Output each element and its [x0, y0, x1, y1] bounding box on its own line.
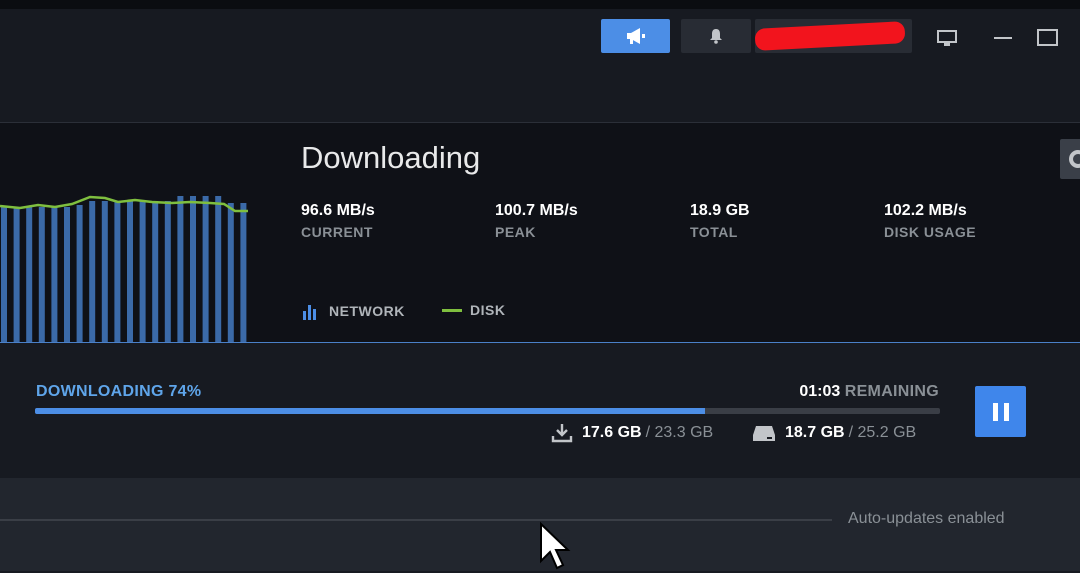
stat-value: 102.2 MB/s	[884, 202, 967, 219]
progress-bar	[35, 408, 940, 414]
account-button[interactable]	[755, 19, 912, 53]
download-icon	[551, 424, 573, 443]
stat-value: 96.6 MB/s	[301, 202, 375, 219]
stat-label: TOTAL	[690, 224, 738, 240]
progress-bar-fill	[35, 408, 705, 414]
disk-total: / 25.2 GB	[848, 424, 917, 441]
big-picture-icon	[937, 30, 957, 46]
network-bar	[101, 201, 108, 342]
network-bar	[38, 207, 45, 342]
remaining-label: REMAINING	[844, 383, 939, 400]
stat-peak: 100.7 MB/s PEAK	[495, 202, 578, 240]
disk-current: 18.7 GB	[785, 424, 845, 441]
gear-icon	[1069, 150, 1080, 168]
megaphone-icon	[626, 28, 645, 44]
maximize-icon	[1037, 29, 1058, 46]
network-bar	[202, 196, 209, 342]
network-bar	[190, 196, 196, 342]
time-remaining: 01:03 REMAINING	[799, 383, 939, 401]
stat-label: DISK USAGE	[884, 224, 977, 240]
network-bar	[240, 203, 247, 342]
download-total: / 23.3 GB	[645, 424, 714, 441]
legend-network: NETWORK	[301, 302, 405, 320]
disk-usage-line	[0, 195, 248, 213]
legend-disk-label: DISK	[470, 302, 506, 318]
stat-disk-usage: 102.2 MB/s DISK USAGE	[884, 202, 976, 240]
network-bar	[89, 201, 96, 342]
network-bar	[1, 207, 7, 342]
network-bar	[13, 207, 20, 342]
disk-line-icon	[442, 308, 462, 312]
network-bar	[127, 201, 133, 342]
legend-disk: DISK	[442, 302, 505, 318]
stat-current: 96.6 MB/s CURRENT	[301, 202, 375, 240]
auto-updates-status: Auto-updates enabled	[848, 510, 1005, 527]
remaining-time: 01:03	[799, 383, 841, 400]
pause-icon	[992, 402, 1009, 421]
notifications-button[interactable]	[681, 19, 751, 53]
bell-icon	[710, 29, 722, 44]
network-bar	[64, 207, 70, 342]
download-current: 17.6 GB	[582, 424, 642, 441]
network-bar	[177, 196, 184, 342]
stat-label: CURRENT	[301, 224, 373, 240]
pause-button[interactable]	[975, 386, 1026, 437]
section-divider	[0, 519, 832, 521]
disk-size: 18.7 GB / 25.2 GB	[752, 423, 916, 443]
stat-value: 18.9 GB	[690, 202, 750, 219]
network-bar	[114, 201, 121, 342]
minimize-button[interactable]	[990, 27, 1016, 49]
network-bar	[227, 203, 234, 342]
hard-drive-icon	[753, 426, 775, 441]
download-graph	[0, 195, 248, 342]
redacted-account-name	[755, 21, 906, 51]
announcements-button[interactable]	[601, 19, 670, 53]
download-size: 17.6 GB / 23.3 GB	[551, 423, 713, 443]
network-bar	[152, 201, 159, 342]
stat-value: 100.7 MB/s	[495, 202, 578, 219]
download-settings-button[interactable]	[1060, 139, 1080, 179]
minimize-icon	[994, 37, 1012, 39]
stat-total: 18.9 GB TOTAL	[690, 202, 750, 240]
network-bar	[164, 201, 171, 342]
maximize-button[interactable]	[1035, 27, 1061, 49]
network-bar	[26, 207, 33, 342]
legend-network-label: NETWORK	[329, 303, 405, 319]
network-bar	[76, 205, 83, 342]
network-bars-icon	[303, 305, 316, 320]
title-bar	[0, 0, 1080, 122]
download-status: DOWNLOADING 74%	[36, 383, 202, 400]
network-bar	[51, 207, 58, 342]
stat-label: PEAK	[495, 224, 536, 240]
mouse-cursor-icon	[540, 521, 571, 570]
network-bar	[139, 201, 146, 342]
page-title: Downloading	[301, 140, 481, 175]
big-picture-button[interactable]	[934, 27, 960, 49]
network-bar	[215, 196, 222, 342]
